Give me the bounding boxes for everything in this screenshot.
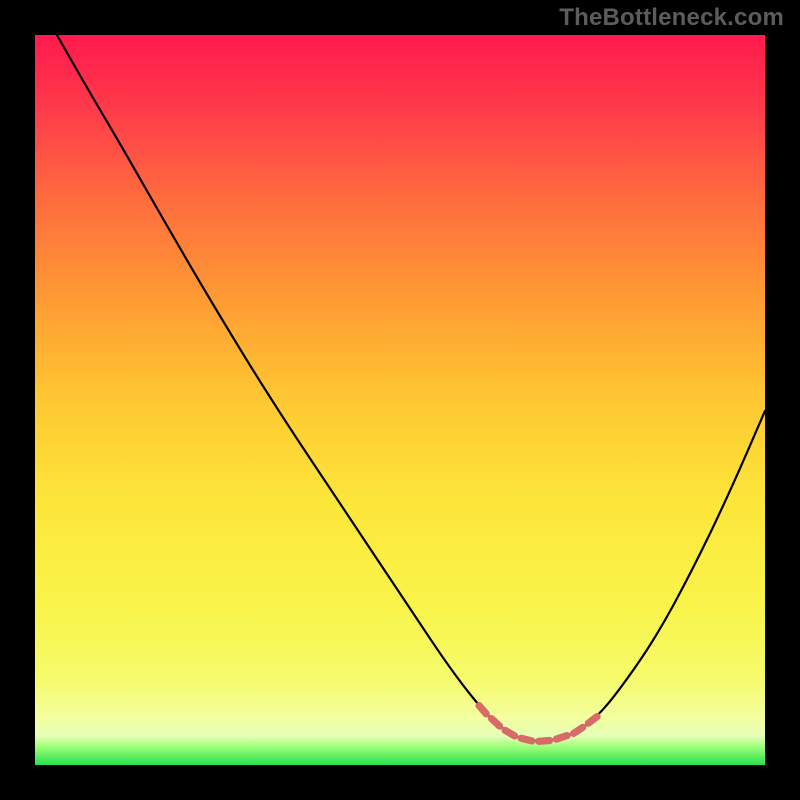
- chart-background-gradient: [35, 35, 765, 765]
- optimal-zone-dash: [521, 738, 532, 741]
- optimal-zone-dash: [539, 741, 550, 742]
- optimal-zone-dash: [505, 730, 514, 736]
- optimal-zone-dash: [557, 736, 568, 740]
- optimal-zone-dash: [574, 727, 583, 733]
- chart-svg: [35, 35, 765, 765]
- watermark-label: TheBottleneck.com: [559, 4, 784, 32]
- chart-plot-area: [35, 35, 765, 765]
